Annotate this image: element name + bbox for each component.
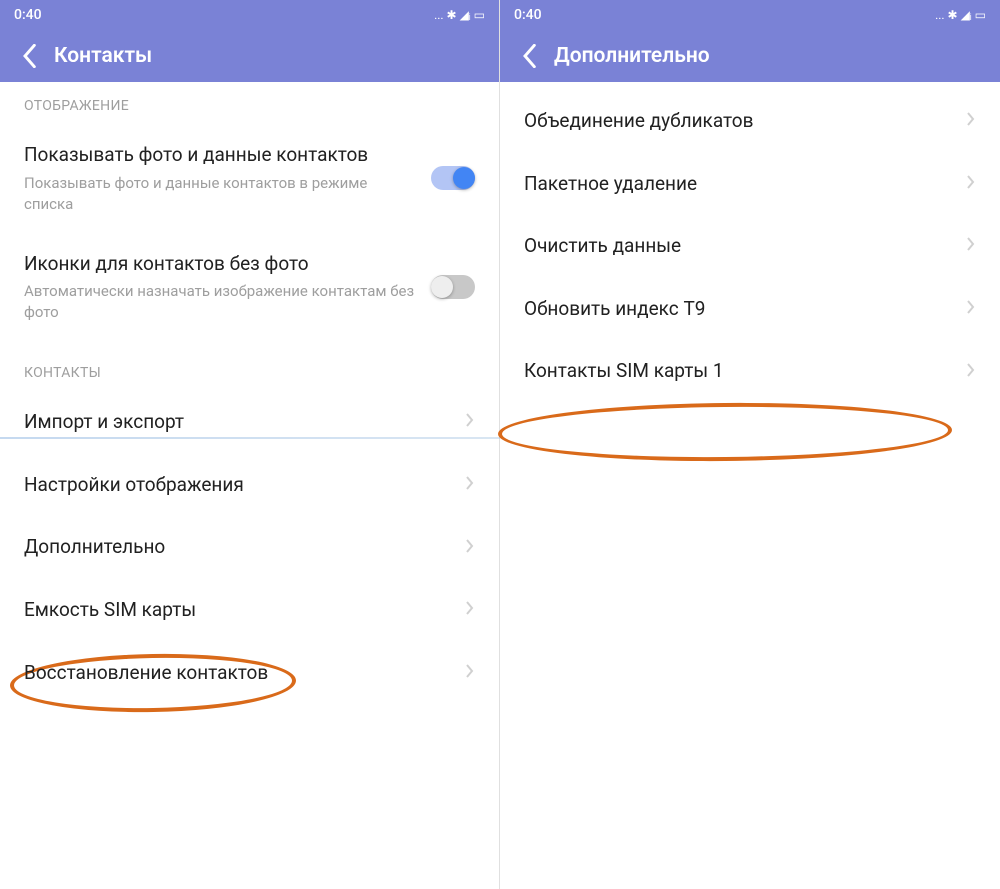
batch-delete-row[interactable]: Пакетное удаление (500, 153, 1000, 216)
chevron-right-icon (966, 299, 976, 319)
chevron-right-icon (966, 111, 976, 131)
chevron-right-icon (966, 236, 976, 256)
icons-no-photo-toggle[interactable] (431, 275, 475, 299)
clear-data-row[interactable]: Очистить данные (500, 215, 1000, 278)
import-export-row[interactable]: Импорт и экспорт (0, 391, 499, 454)
merge-duplicates-row[interactable]: Объединение дубликатов (500, 82, 1000, 153)
additional-row[interactable]: Дополнительно (0, 516, 499, 579)
show-photos-sub: Показывать фото и данные контактов в реж… (24, 173, 415, 215)
page-title: Контакты (54, 44, 152, 68)
chevron-right-icon (465, 600, 475, 620)
merge-duplicates-label: Объединение дубликатов (524, 108, 950, 135)
status-time: 0:40 (14, 7, 42, 23)
batch-delete-label: Пакетное удаление (524, 171, 950, 198)
back-icon[interactable] (520, 47, 538, 65)
header: Дополнительно (500, 30, 1000, 82)
chevron-right-icon (465, 412, 475, 432)
status-bar: 0:40 ... ✱ ◢ᵢ ▭ (0, 0, 499, 30)
update-t9-row[interactable]: Обновить индекс T9 (500, 278, 1000, 341)
section-contacts-label: КОНТАКТЫ (0, 341, 499, 391)
left-screenshot: 0:40 ... ✱ ◢ᵢ ▭ Контакты ОТОБРАЖЕНИЕ Пок… (0, 0, 500, 889)
show-photos-row[interactable]: Показывать фото и данные контактов Показ… (0, 124, 499, 233)
section-display-label: ОТОБРАЖЕНИЕ (0, 82, 499, 124)
status-time: 0:40 (514, 7, 542, 23)
sim-capacity-label: Емкость SIM карты (24, 597, 449, 624)
show-photos-title: Показывать фото и данные контактов (24, 142, 415, 169)
restore-contacts-label: Восстановление контактов (24, 660, 449, 687)
sim1-contacts-row[interactable]: Контакты SIM карты 1 (500, 340, 1000, 403)
icons-no-photo-title: Иконки для контактов без фото (24, 251, 415, 278)
page-title: Дополнительно (554, 44, 710, 68)
display-settings-label: Настройки отображения (24, 472, 449, 499)
back-icon[interactable] (20, 47, 38, 65)
update-t9-label: Обновить индекс T9 (524, 296, 950, 323)
display-settings-row[interactable]: Настройки отображения (0, 454, 499, 517)
sim-capacity-row[interactable]: Емкость SIM карты (0, 579, 499, 642)
show-photos-toggle[interactable] (431, 166, 475, 190)
chevron-right-icon (465, 538, 475, 558)
chevron-right-icon (966, 362, 976, 382)
chevron-right-icon (966, 174, 976, 194)
sim1-contacts-label: Контакты SIM карты 1 (524, 358, 950, 385)
status-icons: ... ✱ ◢ᵢ ▭ (434, 8, 485, 22)
import-export-label: Импорт и экспорт (24, 409, 449, 436)
icons-no-photo-sub: Автоматически назначать изображение конт… (24, 281, 415, 323)
header: Контакты (0, 30, 499, 82)
additional-label: Дополнительно (24, 534, 449, 561)
restore-contacts-row[interactable]: Восстановление контактов (0, 642, 499, 705)
icons-no-photo-row[interactable]: Иконки для контактов без фото Автоматиче… (0, 233, 499, 342)
chevron-right-icon (465, 663, 475, 683)
status-bar: 0:40 ... ✱ ◢ᵢ ▭ (500, 0, 1000, 30)
clear-data-label: Очистить данные (524, 233, 950, 260)
right-screenshot: 0:40 ... ✱ ◢ᵢ ▭ Дополнительно Объединени… (500, 0, 1000, 889)
chevron-right-icon (465, 475, 475, 495)
status-icons: ... ✱ ◢ᵢ ▭ (935, 8, 986, 22)
